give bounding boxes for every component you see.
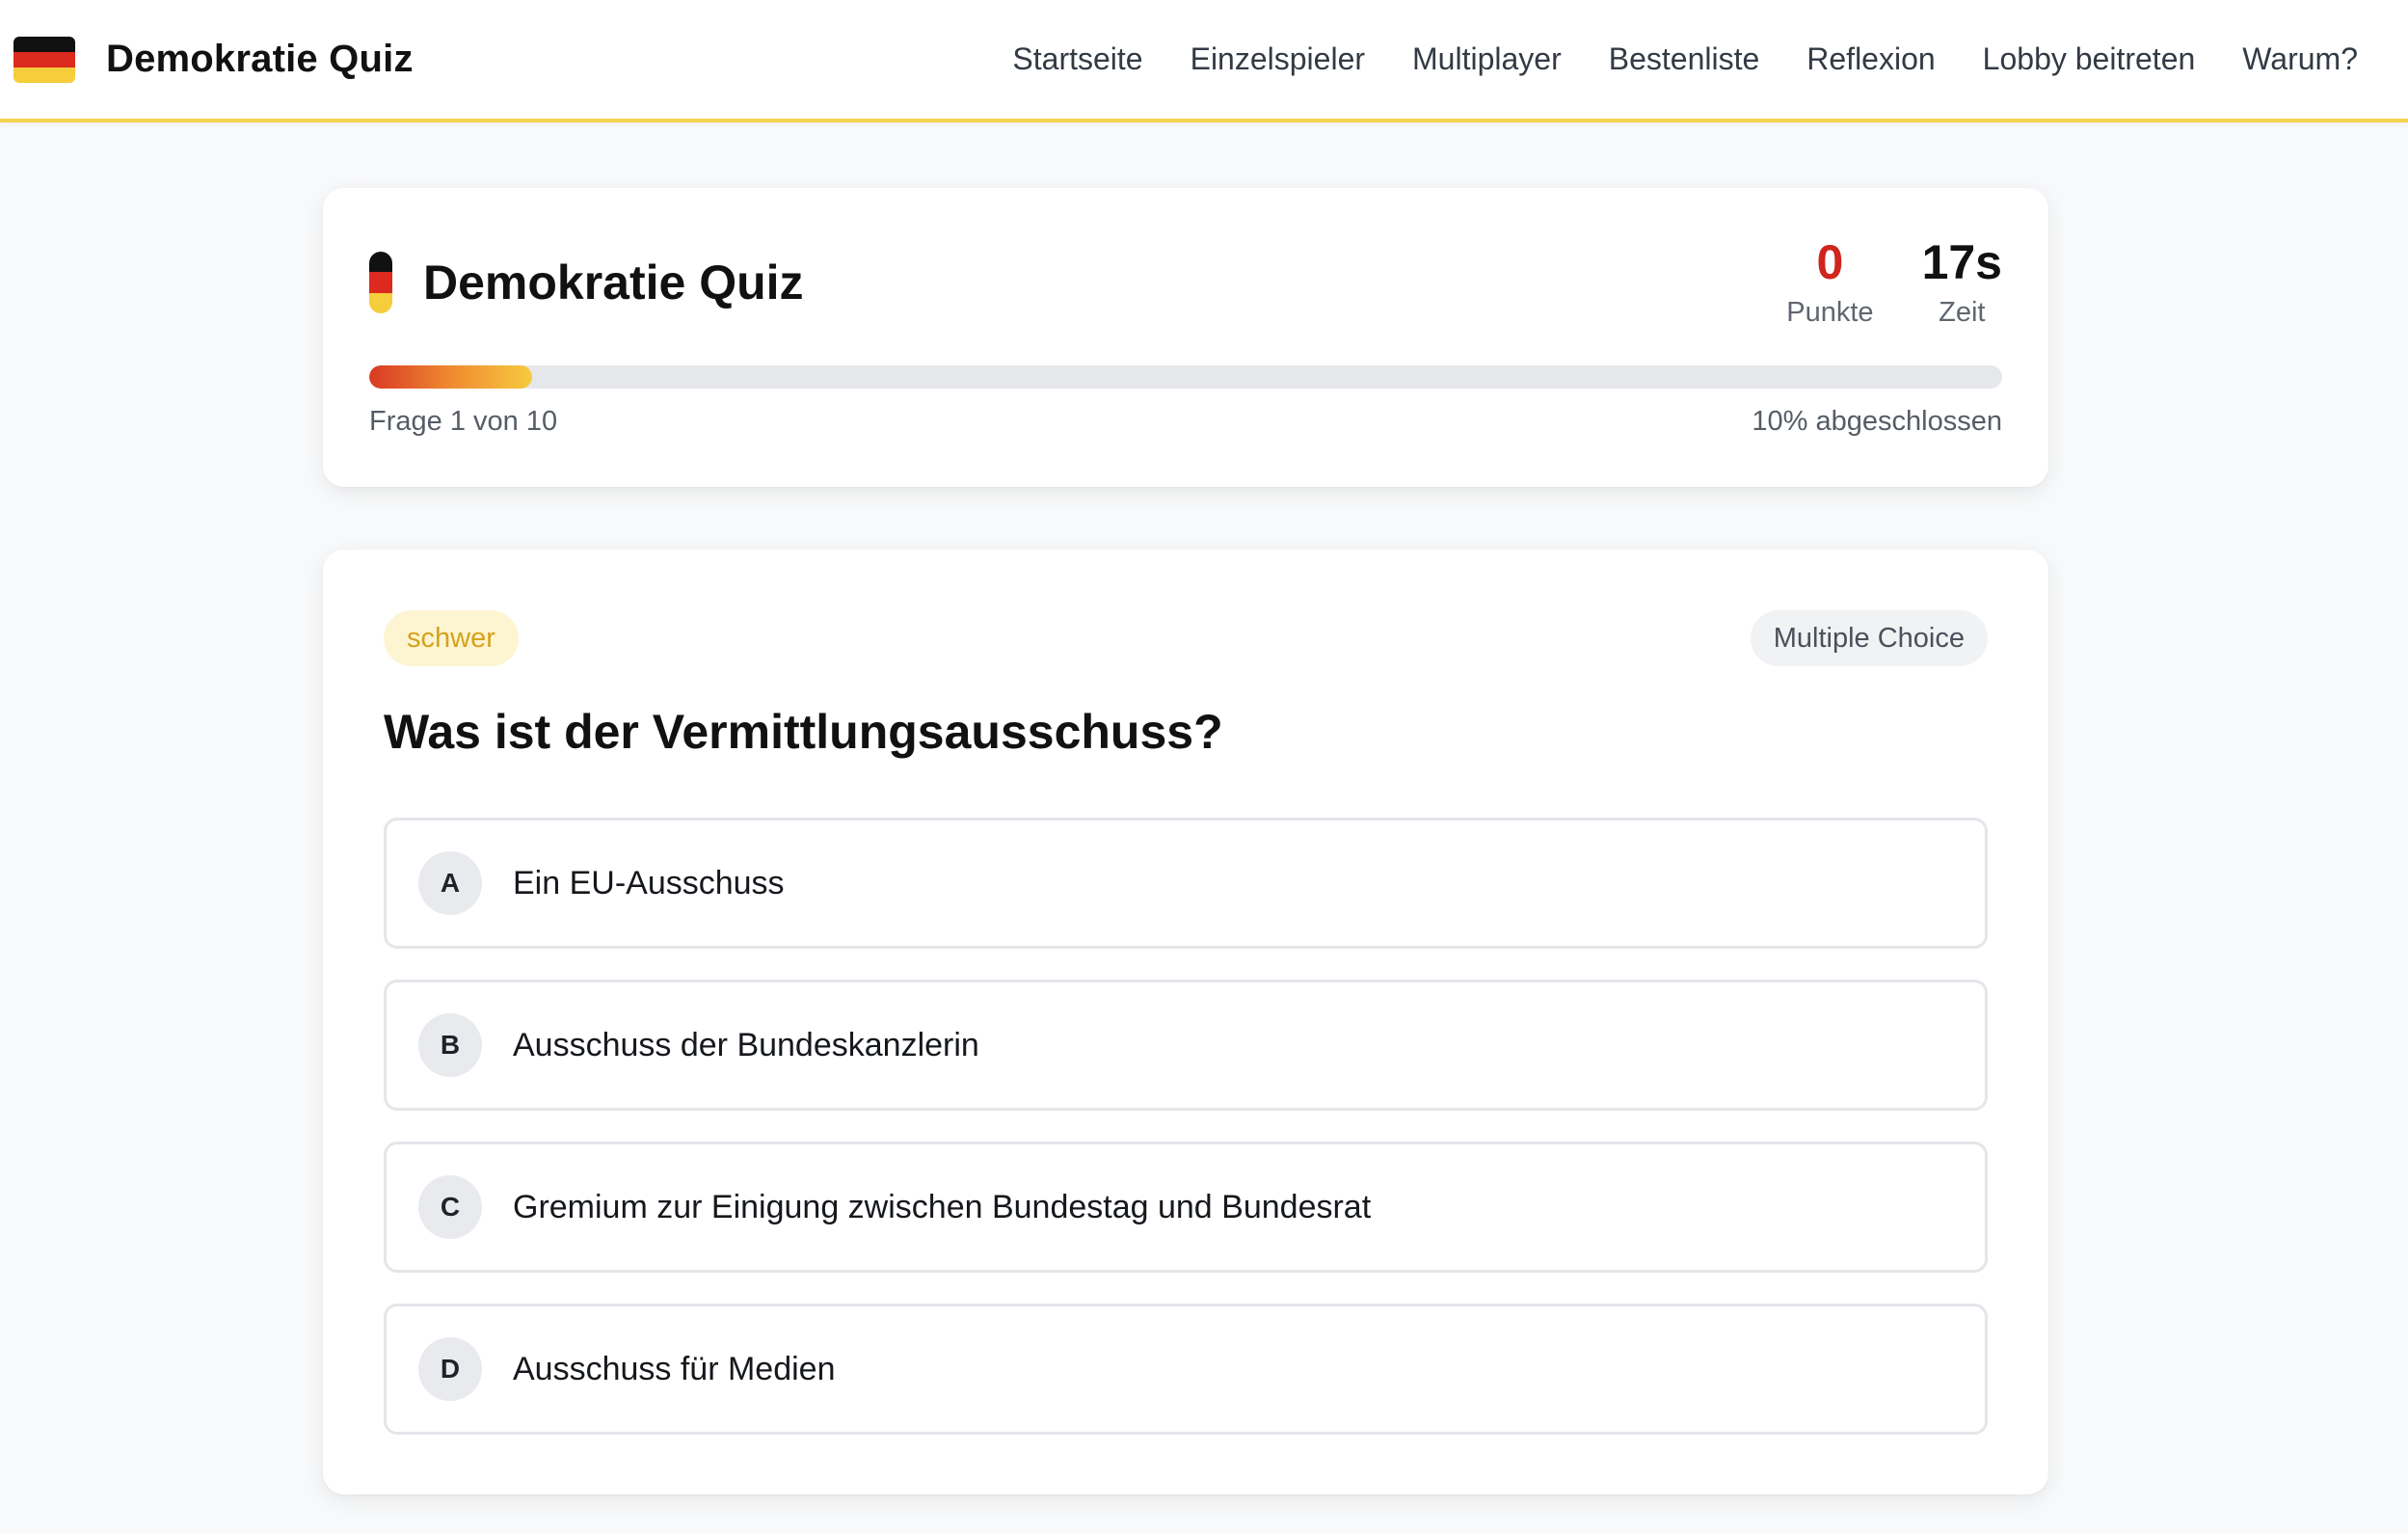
time-value: 17s [1921, 235, 2002, 289]
answer-text: Gremium zur Einigung zwischen Bundestag … [513, 1188, 1372, 1225]
nav-startseite[interactable]: Startseite [1012, 41, 1142, 77]
question-text: Was ist der Vermittlungsausschuss? [384, 705, 1223, 759]
answer-option-b[interactable]: B Ausschuss der Bundeskanzlerin [384, 980, 1988, 1111]
answer-text: Ausschuss für Medien [513, 1350, 836, 1387]
nav-warum[interactable]: Warum? [2242, 41, 2358, 77]
question-counter: Frage 1 von 10 [369, 406, 558, 437]
main-nav: Startseite Einzelspieler Multiplayer Bes… [965, 41, 2358, 77]
points-stat: 0 Punkte [1786, 236, 1873, 329]
answer-letter-badge: A [418, 851, 482, 915]
german-flag-icon [13, 36, 75, 83]
brand-title: Demokratie Quiz [106, 38, 414, 80]
question-type-badge: Multiple Choice [1750, 610, 1988, 666]
time-stat: 17s Zeit [1922, 236, 2002, 329]
time-label: Zeit [1939, 297, 1986, 328]
question-card: schwer Multiple Choice Was ist der Vermi… [323, 550, 2048, 1494]
nav-einzelspieler[interactable]: Einzelspieler [1191, 41, 1365, 77]
quiz-status-card: Demokratie Quiz 0 Punkte 17s Zeit Frage … [323, 188, 2048, 487]
nav-multiplayer[interactable]: Multiplayer [1412, 41, 1562, 77]
answer-letter-badge: B [418, 1013, 482, 1077]
answer-option-c[interactable]: C Gremium zur Einigung zwischen Bundesta… [384, 1142, 1988, 1273]
top-navigation-bar: Demokratie Quiz Startseite Einzelspieler… [0, 0, 2408, 122]
answer-text: Ausschuss der Bundeskanzlerin [513, 1026, 979, 1063]
difficulty-badge: schwer [384, 610, 519, 666]
points-label: Punkte [1786, 297, 1874, 328]
nav-bestenliste[interactable]: Bestenliste [1609, 41, 1760, 77]
brand[interactable]: Demokratie Quiz [13, 36, 414, 83]
answer-list: A Ein EU-Ausschuss B Ausschuss der Bunde… [384, 818, 1988, 1466]
german-flag-bar-icon [369, 252, 392, 313]
answer-option-d[interactable]: D Ausschuss für Medien [384, 1304, 1988, 1435]
answer-letter-badge: D [418, 1337, 482, 1401]
points-value: 0 [1816, 235, 1844, 289]
progress-bar [369, 365, 2002, 389]
nav-lobby-beitreten[interactable]: Lobby beitreten [1983, 41, 2196, 77]
nav-reflexion[interactable]: Reflexion [1806, 41, 1935, 77]
answer-letter-badge: C [418, 1175, 482, 1239]
answer-text: Ein EU-Ausschuss [513, 864, 785, 901]
answer-option-a[interactable]: A Ein EU-Ausschuss [384, 818, 1988, 949]
quiz-title-row: Demokratie Quiz [369, 252, 804, 313]
progress-percent-text: 10% abgeschlossen [1752, 406, 2002, 437]
quiz-title: Demokratie Quiz [423, 256, 804, 309]
quiz-stats: 0 Punkte 17s Zeit [1738, 236, 2002, 329]
progress-bar-fill [369, 365, 533, 389]
